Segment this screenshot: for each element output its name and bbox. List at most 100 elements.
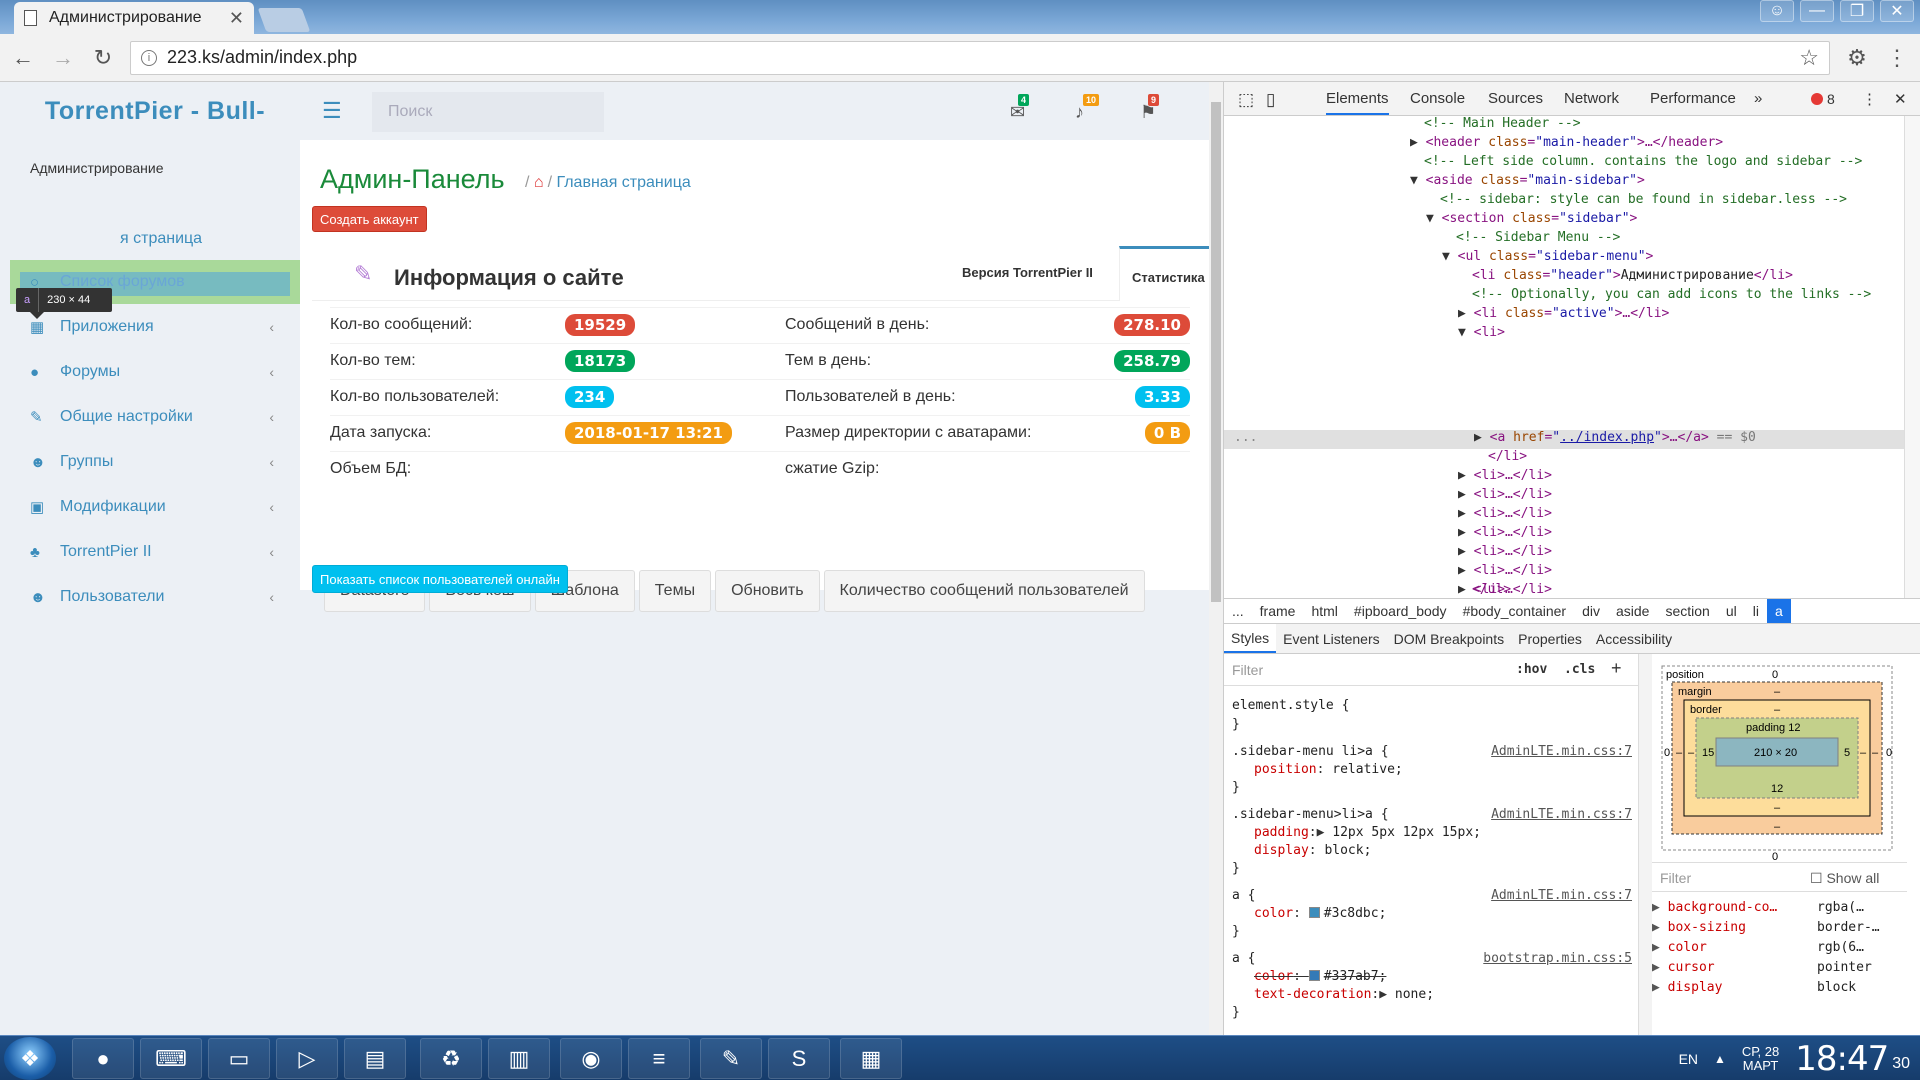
reload-icon[interactable]: ↻	[90, 45, 116, 71]
dom-scrollbar[interactable]	[1904, 116, 1920, 598]
color-swatch[interactable]	[1308, 970, 1320, 981]
color-swatch[interactable]	[1308, 907, 1320, 918]
style-source-link[interactable]: AdminLTE.min.css:7	[1491, 888, 1632, 903]
dom-node-li-collapsed[interactable]: ▶ <li>…</li>	[1458, 468, 1552, 487]
computed-property[interactable]: ▶ box-sizing border-…	[1652, 920, 1907, 935]
page-scrollbar[interactable]	[1209, 82, 1223, 1035]
dom-node-header[interactable]: ▶ <header class="main-header">…</header>	[1410, 135, 1723, 154]
menu-dots-icon[interactable]: ⋮	[1884, 45, 1910, 71]
style-rule-selector[interactable]: a {	[1232, 888, 1255, 903]
computed-property[interactable]: ▶ background-co… rgba(…	[1652, 900, 1907, 915]
dom-close-li[interactable]: </li>	[1488, 449, 1527, 468]
sidebar-item-torrentpier[interactable]: ♣ TorrentPier II ‹	[10, 530, 300, 574]
tab-sources[interactable]: Sources	[1488, 90, 1543, 107]
computed-property[interactable]: ▶ color rgb(6…	[1652, 940, 1907, 955]
style-declaration[interactable]: padding:▶ 12px 5px 12px 15px;	[1254, 825, 1481, 840]
image-editor-icon[interactable]: ✎	[700, 1038, 762, 1079]
sidebar-item-home[interactable]: я страница	[10, 217, 300, 261]
style-source-link[interactable]: bootstrap.min.css:5	[1483, 951, 1632, 966]
sidebar-item-users[interactable]: ☻ Пользователи ‹	[10, 575, 300, 619]
dom-comment[interactable]: <!-- Left side column. contains the logo…	[1424, 154, 1862, 173]
envelope-icon[interactable]: ✉ 4	[1010, 94, 1030, 123]
user-icon[interactable]: ☺	[1760, 0, 1794, 22]
cache-button[interactable]: Темы	[638, 570, 712, 612]
books-app-icon[interactable]: ≡	[628, 1038, 690, 1079]
tab-version[interactable]: Версия TorrentPier II	[962, 265, 1093, 280]
sidebar-item-forums[interactable]: ● Форумы ‹	[10, 350, 300, 394]
styles-subtab[interactable]: Properties	[1511, 624, 1589, 653]
dom-breadcrumb-item[interactable]: aside	[1608, 603, 1657, 619]
notepad-icon[interactable]: ▤	[344, 1038, 406, 1079]
skype-icon[interactable]: S	[768, 1038, 830, 1079]
tab-elements[interactable]: Elements	[1326, 90, 1389, 115]
forward-icon[interactable]: →	[50, 45, 76, 71]
style-rule-selector[interactable]: a {	[1232, 951, 1255, 966]
styles-subtab[interactable]: Accessibility	[1589, 624, 1679, 653]
device-toggle-icon[interactable]: ▯	[1266, 90, 1275, 110]
dom-node-aside[interactable]: ▼ <aside class="main-sidebar">	[1410, 173, 1645, 192]
style-declaration[interactable]: position: relative;	[1254, 762, 1403, 777]
styles-scrollbar[interactable]	[1638, 654, 1652, 1035]
dom-href-link[interactable]: ../index.php	[1560, 430, 1654, 445]
clock-time[interactable]: 18:47	[1795, 1039, 1889, 1079]
dom-node-li-active[interactable]: ▶ <li class="active">…</li>	[1458, 306, 1669, 325]
inspect-icon[interactable]: ⬚	[1238, 90, 1254, 110]
style-declaration-overridden[interactable]: color: #337ab7;	[1254, 969, 1386, 984]
dom-node-a-selected[interactable]: ▶ <a href="../index.php">…</a> == $0	[1474, 430, 1756, 449]
bookmark-star-icon[interactable]: ☆	[1799, 45, 1819, 71]
dom-breadcrumb-item[interactable]: ul	[1718, 603, 1745, 619]
home-icon[interactable]: ⌂	[534, 174, 544, 191]
minimize-icon[interactable]: —	[1800, 0, 1834, 22]
error-count[interactable]: 8	[1811, 91, 1835, 107]
cache-button[interactable]: Обновить	[715, 570, 820, 612]
more-tabs-icon[interactable]: »	[1754, 90, 1762, 107]
search-input[interactable]: Поиск	[372, 92, 604, 132]
show-online-users-button[interactable]: Показать список пользователей онлайн	[312, 565, 568, 593]
devtools-menu-icon[interactable]: ⋮	[1862, 90, 1877, 108]
dom-close-ul[interactable]: </ul>	[1472, 582, 1511, 598]
dom-breadcrumb-item[interactable]: ...	[1224, 603, 1252, 619]
computed-filter-input[interactable]: Filter	[1660, 870, 1691, 886]
scrollbar-thumb[interactable]	[1211, 102, 1221, 602]
dom-node-li[interactable]: ▼ <li>	[1458, 325, 1505, 344]
hamburger-icon[interactable]: ☰	[322, 98, 342, 124]
dom-node-li-collapsed[interactable]: ▶ <li>…</li>	[1458, 544, 1552, 563]
sidebar-item-groups[interactable]: ☻ Группы ‹	[10, 440, 300, 484]
dom-breadcrumb-item[interactable]: a	[1766, 599, 1791, 623]
dom-comment[interactable]: <!-- Sidebar Menu -->	[1456, 230, 1620, 249]
style-declaration[interactable]: color: #3c8dbc;	[1254, 906, 1386, 921]
computed-property[interactable]: ▶ cursor pointer	[1652, 960, 1907, 975]
style-source-link[interactable]: AdminLTE.min.css:7	[1491, 807, 1632, 822]
dom-node-li-collapsed[interactable]: ▶ <li>…</li>	[1458, 525, 1552, 544]
tab-stats[interactable]: Статистика	[1119, 246, 1209, 301]
dom-node-li-collapsed[interactable]: ▶ <li>…</li>	[1458, 506, 1552, 525]
style-rule-selector[interactable]: element.style {	[1232, 698, 1349, 713]
chrome-icon[interactable]: ◉	[560, 1038, 622, 1079]
back-icon[interactable]: ←	[10, 45, 36, 71]
dom-comment[interactable]: <!-- sidebar: style can be found in side…	[1440, 192, 1847, 211]
style-rule-selector[interactable]: .sidebar-menu>li>a {	[1232, 807, 1389, 822]
winrar-icon[interactable]: ▦	[840, 1038, 902, 1079]
dom-comment[interactable]: <!-- Optionally, you can add icons to th…	[1472, 287, 1871, 306]
dom-breadcrumb-item[interactable]: li	[1745, 603, 1767, 619]
info-icon[interactable]: i	[141, 49, 157, 66]
language-indicator[interactable]: EN	[1679, 1051, 1698, 1067]
style-declaration[interactable]: text-decoration:▶ none;	[1254, 987, 1434, 1002]
cls-toggle[interactable]: .cls	[1564, 662, 1595, 677]
dom-node-li-collapsed[interactable]: ▶ <li>…</li>	[1458, 563, 1552, 582]
show-all-checkbox[interactable]: ☐ Show all	[1810, 870, 1879, 887]
dom-comment[interactable]: <!-- Main Header -->	[1424, 116, 1581, 135]
dom-node-li-collapsed[interactable]: ▶ <li>…</li>	[1458, 487, 1552, 506]
tab-performance[interactable]: Performance	[1650, 90, 1736, 107]
tray-expand-icon[interactable]: ▲	[1714, 1052, 1726, 1066]
computed-property[interactable]: ▶ display block	[1652, 980, 1907, 995]
close-tab-icon[interactable]: ✕	[229, 8, 244, 29]
style-declaration[interactable]: display: block;	[1254, 843, 1371, 858]
cache-button[interactable]: Количество сообщений пользователей	[823, 570, 1145, 612]
tab-console[interactable]: Console	[1410, 90, 1465, 107]
breadcrumb-item[interactable]: Главная страница	[556, 174, 690, 191]
styles-subtab[interactable]: Styles	[1224, 624, 1277, 653]
close-window-icon[interactable]: ✕	[1880, 0, 1914, 22]
start-button[interactable]: ❖	[4, 1037, 56, 1080]
dom-breadcrumb-item[interactable]: section	[1657, 603, 1717, 619]
